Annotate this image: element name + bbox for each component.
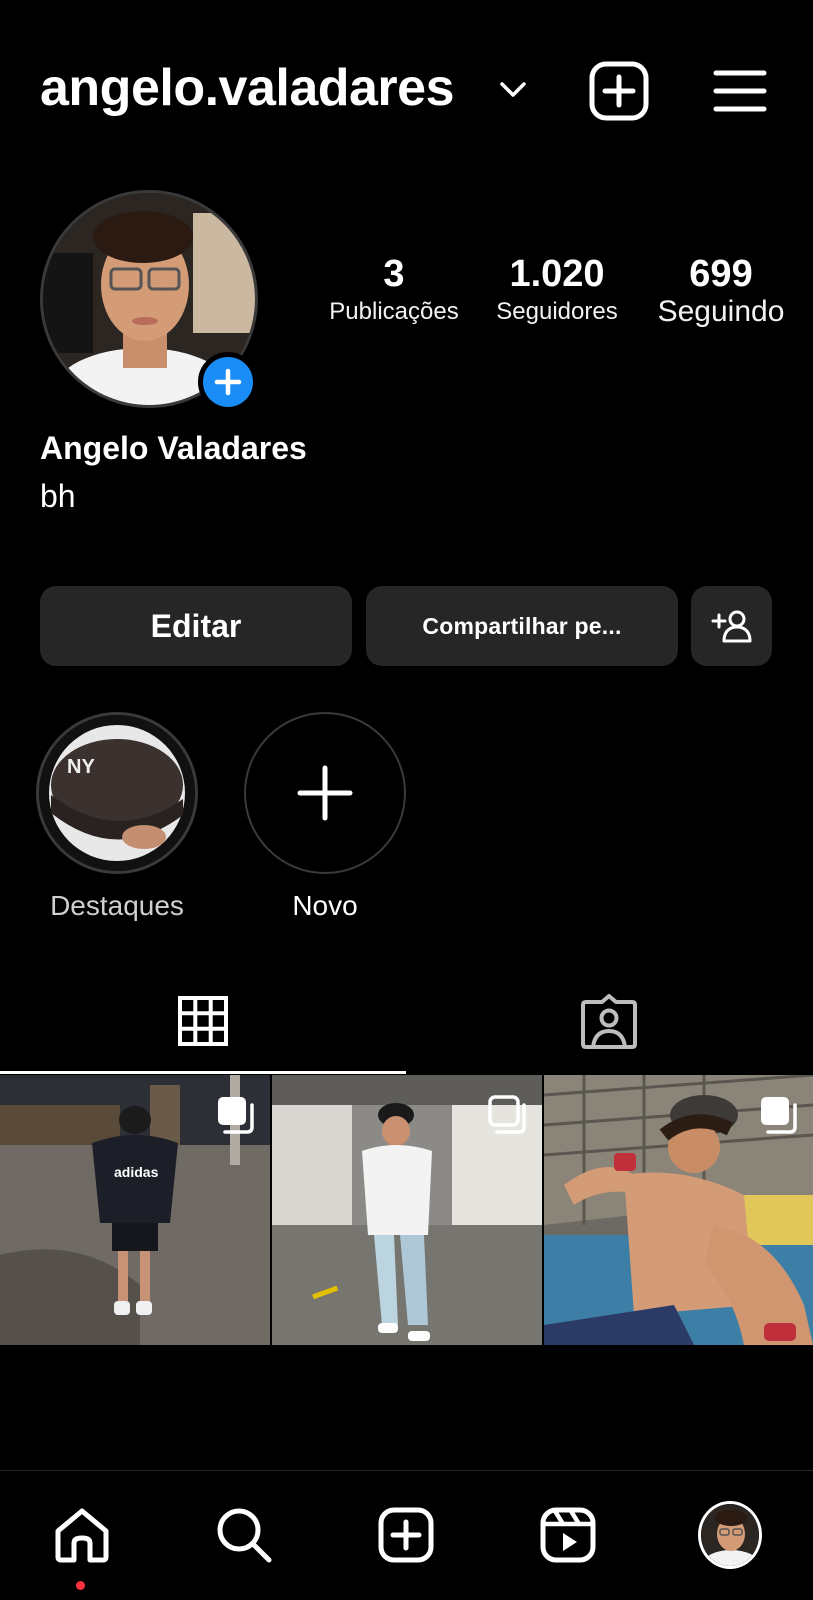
- notification-dot: [76, 1581, 85, 1590]
- posts-grid: adidas: [0, 1075, 813, 1345]
- stat-label: Seguindo: [657, 295, 785, 328]
- plus-icon: [297, 765, 353, 821]
- profile-stats: 3 Publicações 1.020 Seguidores 699 Segui…: [0, 252, 813, 342]
- bio-text: bh: [40, 478, 76, 514]
- nav-reels[interactable]: [536, 1503, 600, 1567]
- stat-label: Publicações: [329, 298, 459, 325]
- carousel-icon: [488, 1095, 526, 1134]
- stat-value: 699: [689, 253, 753, 295]
- svg-text:NY: NY: [67, 756, 95, 778]
- nav-create[interactable]: [374, 1503, 438, 1567]
- add-person-icon: [711, 610, 751, 643]
- plus-icon: [214, 368, 242, 396]
- bottom-navigation: [0, 1470, 813, 1600]
- nav-profile[interactable]: [698, 1501, 762, 1569]
- discover-people-button[interactable]: [691, 586, 772, 666]
- highlight-cover[interactable]: NY: [36, 712, 198, 874]
- profile-tabs: [0, 970, 813, 1074]
- reels-icon: [540, 1507, 596, 1563]
- grid-icon: [178, 995, 228, 1046]
- new-post-icon[interactable]: [588, 60, 650, 122]
- post-thumbnail[interactable]: adidas: [0, 1075, 270, 1345]
- highlight-label: Novo: [292, 890, 358, 921]
- edit-profile-button[interactable]: Editar: [40, 586, 352, 666]
- carousel-icon: [761, 1097, 797, 1134]
- tagged-icon: [581, 994, 637, 1049]
- home-icon: [55, 1508, 109, 1563]
- nav-search[interactable]: [212, 1503, 276, 1567]
- full-name: Angelo Valadares: [40, 430, 307, 466]
- post-thumbnail[interactable]: [272, 1075, 542, 1345]
- avatar: [698, 1501, 762, 1569]
- menu-icon[interactable]: [712, 68, 768, 114]
- post-thumbnail[interactable]: [544, 1075, 813, 1345]
- stat-value: 1.020: [509, 253, 605, 295]
- tab-tagged[interactable]: [406, 970, 812, 1074]
- stat-posts[interactable]: 3 Publicações: [318, 252, 470, 328]
- new-highlight[interactable]: Novo: [244, 712, 406, 922]
- stat-value: 3: [383, 253, 405, 295]
- nav-home[interactable]: [50, 1503, 114, 1567]
- stat-followers[interactable]: 1.020 Seguidores: [482, 252, 632, 328]
- search-icon: [217, 1508, 272, 1563]
- highlight-label: Destaques: [50, 890, 184, 921]
- highlight-item[interactable]: NY Destaques: [36, 712, 198, 922]
- create-icon: [378, 1507, 434, 1563]
- stat-label: Seguidores: [496, 298, 618, 325]
- svg-text:adidas: adidas: [114, 1164, 159, 1180]
- tab-posts-grid[interactable]: [0, 970, 406, 1074]
- top-bar: angelo.valadares: [0, 0, 813, 180]
- add-story-button[interactable]: [198, 352, 258, 412]
- carousel-icon: [218, 1097, 254, 1134]
- new-highlight-button[interactable]: [244, 712, 406, 874]
- share-profile-button[interactable]: Compartilhar pe...: [366, 586, 678, 666]
- chevron-down-icon[interactable]: [498, 78, 528, 102]
- stat-following[interactable]: 699 Seguindo: [646, 252, 796, 328]
- username-switcher[interactable]: angelo.valadares: [40, 58, 455, 118]
